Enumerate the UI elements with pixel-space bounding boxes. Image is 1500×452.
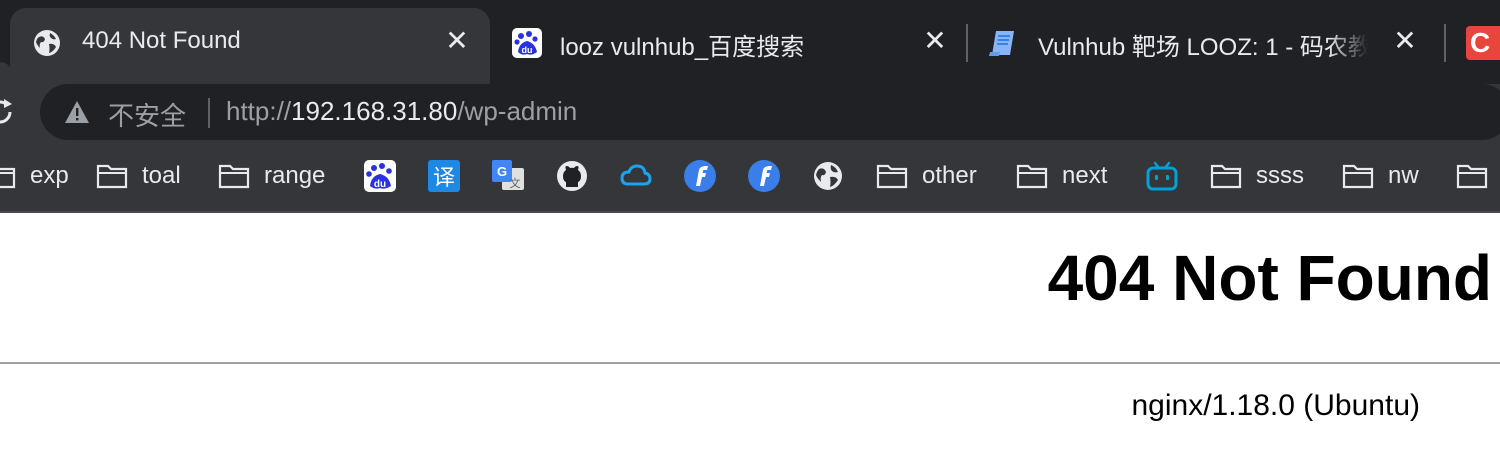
url-text[interactable]: http://192.168.31.80/wp-admin (226, 96, 577, 127)
bookmark-toal[interactable]: toal (96, 158, 181, 194)
tab-404-not-found[interactable]: 404 Not Found ✕ (10, 8, 490, 84)
bookmark-nw[interactable]: nw (1342, 158, 1419, 194)
tab-close-button[interactable]: ✕ (920, 26, 950, 56)
tab-close-button[interactable]: ✕ (1390, 26, 1420, 56)
security-status-label[interactable]: 不安全 (108, 96, 186, 133)
bookmark-folder[interactable] (1456, 158, 1500, 194)
bookmark-other[interactable]: other (876, 158, 977, 194)
server-signature: nginx/1.18.0 (Ubuntu) (1131, 389, 1420, 422)
bookmark-exp[interactable]: exp (0, 158, 69, 194)
folder-icon (876, 164, 908, 189)
folder-icon (1456, 164, 1488, 189)
globe-icon (34, 30, 60, 56)
folder-icon (1342, 164, 1374, 189)
f-logo-icon[interactable] (684, 160, 716, 192)
svg-text:du: du (522, 45, 533, 55)
svg-text:译: 译 (433, 166, 455, 191)
svg-text:文: 文 (510, 176, 521, 190)
folder-icon (218, 164, 250, 189)
tab-baidu-search[interactable]: du looz vulnhub_百度搜索 ✕ (492, 8, 964, 76)
tab-close-button[interactable]: ✕ (442, 26, 472, 56)
bookmark-range[interactable]: range (218, 158, 325, 194)
globe-icon[interactable] (812, 160, 844, 192)
folder-icon (0, 167, 16, 189)
baidu-icon: du (512, 28, 542, 58)
browser-chrome: 404 Not Found ✕ du looz vulnhub_百度搜索 ✕ V… (0, 0, 1500, 213)
tab-title: 404 Not Found (82, 27, 241, 54)
svg-text:du: du (374, 179, 386, 190)
csdn-icon: C (1470, 27, 1491, 58)
github-icon[interactable] (556, 160, 588, 192)
document-icon (989, 31, 1014, 56)
bookmark-ssss[interactable]: ssss (1210, 158, 1304, 194)
tab-strip: 404 Not Found ✕ du looz vulnhub_百度搜索 ✕ V… (0, 0, 1500, 84)
tab-title: Vulnhub 靶场 LOOZ: 1 - 码农教程 (1038, 34, 1368, 61)
warning-icon[interactable] (64, 100, 90, 124)
bilibili-icon[interactable] (1146, 160, 1178, 192)
cloud-icon[interactable] (620, 160, 652, 192)
page-title: 404 Not Found (1047, 242, 1492, 314)
tab-title: looz vulnhub_百度搜索 (560, 34, 805, 61)
f-logo-icon[interactable] (748, 160, 780, 192)
folder-icon (1016, 164, 1048, 189)
svg-text:G: G (497, 164, 507, 179)
google-translate-icon[interactable]: G 文 (492, 160, 524, 192)
bookmark-next[interactable]: next (1016, 158, 1107, 194)
folder-icon (96, 164, 128, 189)
translate-icon[interactable]: 译 (428, 160, 460, 192)
page-content: 404 Not Found nginx/1.18.0 (Ubuntu) (0, 213, 1500, 452)
folder-icon (1210, 164, 1242, 189)
address-bar[interactable]: 不安全 http://192.168.31.80/wp-admin (40, 84, 1500, 140)
divider (0, 362, 1500, 364)
reload-icon[interactable] (0, 96, 18, 128)
tab-csdn[interactable]: C (1466, 26, 1500, 60)
tab-vulnhub-looz[interactable]: Vulnhub 靶场 LOOZ: 1 - 码农教程 ✕ (970, 8, 1442, 76)
baidu-icon[interactable]: du (364, 160, 396, 192)
